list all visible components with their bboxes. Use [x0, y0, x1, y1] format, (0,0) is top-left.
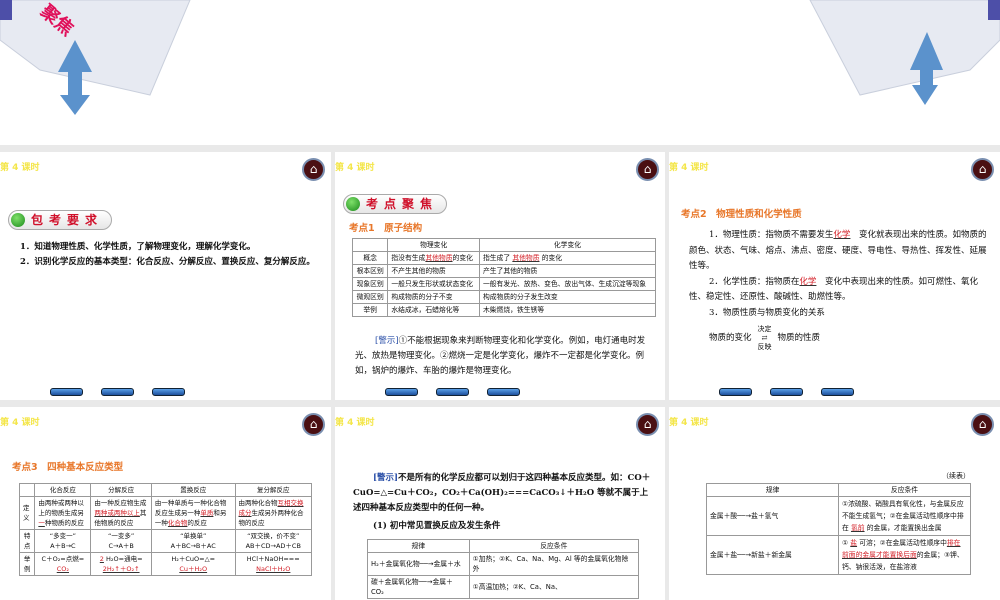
slide-thumbnail-requirements[interactable]: 第 4 课时 ⌂ 包考要求 1．知道物理性质、化学性质，了解物理变化，理解化学变… — [0, 152, 331, 400]
table-row: 金属＋盐──→新盐＋新金属 ① 盐 可溶；②在金属活动性顺序中排在前面的金属才能置… — [706, 535, 971, 575]
table-row: 定义 由两种或两种以上的物质生成另一种物质的反应 由一种反应物生成两种或两种以上… — [18, 496, 312, 530]
lesson-label: 第 4 课时 — [669, 418, 709, 428]
double-arrow-icon: ⇄ — [761, 334, 768, 342]
topic-heading: 考点2 物理性质和化学性质 — [681, 209, 802, 220]
nav-button[interactable] — [152, 388, 185, 396]
slide-thumbnail-focus-2[interactable]: 第 4 课时 ⌂ 考点2 物理性质和化学性质 1．物理性质：指物质不需要发生化学… — [669, 152, 1000, 400]
home-button[interactable]: ⌂ — [302, 413, 325, 436]
reaction-types-table: 化合反应 分解反应 置换反应 复分解反应 定义 由两种或两种以上的物质生成另一种物质的… — [18, 483, 312, 576]
header-chemical: 化学变化 — [478, 238, 657, 252]
section-title: 考点聚焦 — [366, 197, 439, 211]
lesson-label: 第 4 课时 — [0, 418, 40, 428]
nav-button[interactable] — [101, 388, 134, 396]
slide-thumbnail-continued-table[interactable]: 第 4 课时 ⌂ （续表） 规律 反应条件 金属＋酸──→盐＋氢气 ①浓硫酸、硝酸具… — [669, 407, 1000, 600]
slide-thumbnail-focus-1[interactable]: 第 4 课时 ⌂ 考点聚焦 考点1 原子结构 物理变化 化学变化 概念 指没有生成其… — [335, 152, 665, 400]
slide-nav — [385, 388, 520, 396]
paragraph-relation: 3．物质性质与物质变化的关系 — [709, 307, 825, 318]
warning-paragraph: [警示]①不能根据现象来判断物理变化和化学变化。例如，电灯通电时发光、放热是物理… — [355, 336, 646, 376]
nav-button[interactable] — [385, 388, 418, 396]
lesson-label: 第 4 课时 — [669, 163, 709, 173]
lesson-label: 第 4 课时 — [335, 418, 375, 428]
table-row: 概念 指没有生成其他物质的变化 指生成了 其他物质 的变化 — [351, 251, 657, 265]
section-pill: 考点聚焦 — [343, 194, 448, 214]
table-row: 举例 水结成冰，石蜡熔化等 木柴燃烧，铁生锈等 — [351, 303, 657, 317]
home-button[interactable]: ⌂ — [971, 413, 994, 436]
change-table: 物理变化 化学变化 概念 指没有生成其他物质的变化 指生成了 其他物质 的变化 根本区… — [351, 238, 657, 317]
green-dot-icon — [346, 197, 360, 211]
paragraph-chemical: 2．化学性质：指物质在化学 变化中表现出来的性质。如可燃性、氧化性、稳定性、还原… — [689, 276, 978, 303]
requirement-item: 2．识别化学反应的基本类型：化合反应、分解反应、置换反应、复分解反应。 — [20, 257, 315, 267]
topic-heading: 考点3 四种基本反应类型 — [12, 462, 124, 473]
table-row: 根本区别 不产生其他的物质 产生了其他的物质 — [351, 264, 657, 278]
nav-button[interactable] — [436, 388, 469, 396]
home-icon: ⌂ — [309, 417, 318, 431]
home-button[interactable]: ⌂ — [636, 158, 659, 181]
continued-label: （续表） — [942, 472, 970, 480]
nav-button[interactable] — [719, 388, 752, 396]
home-button[interactable]: ⌂ — [636, 413, 659, 436]
nav-button[interactable] — [487, 388, 520, 396]
slide-thumbnail-warning[interactable]: 第 4 课时 ⌂ [警示]不是所有的化学反应都可以划归于这四种基本反应类型。如：… — [335, 407, 665, 600]
requirement-item: 1．知道物理性质、化学性质，了解物理变化，理解化学变化。 — [20, 242, 256, 252]
home-button[interactable]: ⌂ — [302, 158, 325, 181]
displacement-table-continued: 规律 反应条件 金属＋酸──→盐＋氢气 ①浓硫酸、硝酸具有氧化性，与金属反应不能生成… — [706, 483, 971, 575]
table-row: 特点 “多变一” A＋B→C “一变多” C→A＋B “单换单” A＋BC→B＋AC … — [18, 529, 312, 553]
slide-thumbnail-focus-3[interactable]: 第 4 课时 ⌂ 考点3 四种基本反应类型 化合反应 分解反应 置换反应 复分解反应 … — [0, 407, 331, 600]
table-row: H₂＋金属氧化物──→金属＋水 ①加热；②K、Ca、Na、Mg、Al 等的金属氧化… — [367, 552, 640, 576]
nav-button[interactable] — [821, 388, 854, 396]
nav-button[interactable] — [770, 388, 803, 396]
slide-thumbnail-top[interactable]: 聚焦 — [0, 0, 1000, 145]
section-title: 包考要求 — [31, 213, 104, 227]
table-row: 碳＋金属氧化物──→金属＋CO₂ ①高温加热；②K、Ca、Na、 — [367, 575, 640, 599]
table-row: 举例 C＋O₂=点燃= CO₂ 2 H₂O=通电= 2H₂↑＋O₂↑ H₂＋CuO=… — [18, 552, 312, 576]
green-dot-icon — [11, 213, 25, 227]
topic-heading: 考点1 原子结构 — [349, 223, 423, 234]
lesson-label: 第 4 课时 — [335, 163, 375, 173]
header-physical: 物理变化 — [387, 238, 480, 252]
section-pill: 包考要求 — [8, 210, 113, 230]
home-icon: ⌂ — [643, 417, 652, 431]
lesson-label: 第 4 课时 — [0, 163, 40, 173]
displacement-table: 规律 反应条件 H₂＋金属氧化物──→金属＋水 ①加热；②K、Ca、Na、Mg、Al… — [367, 539, 640, 599]
subheading: (1) 初中常见置换反应及发生条件 — [373, 521, 501, 531]
home-icon: ⌂ — [978, 162, 987, 176]
table-row: 现象区别 一般只发生形状或状态变化 一般有发光、放热、变色、放出气体、生成沉淀等现象 — [351, 277, 657, 291]
home-icon: ⌂ — [978, 417, 987, 431]
ribbon-decoration-right — [809, 0, 1000, 105]
relation-diagram: 物质的变化 决定 ⇄ 反映 物质的性质 — [709, 325, 821, 351]
home-icon: ⌂ — [643, 162, 652, 176]
paragraph-physical: 1．物理性质：指物质不需要发生化学 变化就表现出来的性质。如物质的颜色、状态、气… — [689, 230, 987, 271]
slide-nav — [50, 388, 185, 396]
slide-nav — [719, 388, 854, 396]
nav-button[interactable] — [50, 388, 83, 396]
table-row: 微观区别 构成物质的分子不变 构成物质的分子发生改变 — [351, 290, 657, 304]
home-icon: ⌂ — [309, 162, 318, 176]
table-row: 金属＋酸──→盐＋氢气 ①浓硫酸、硝酸具有氧化性，与金属反应不能生成氢气；②在金属… — [706, 496, 971, 536]
warning-paragraph: [警示]不是所有的化学反应都可以划归于这四种基本反应类型。如：CO＋CuO=△=… — [353, 473, 651, 513]
ribbon-decoration-left: 聚焦 — [0, 0, 191, 115]
home-button[interactable]: ⌂ — [971, 158, 994, 181]
